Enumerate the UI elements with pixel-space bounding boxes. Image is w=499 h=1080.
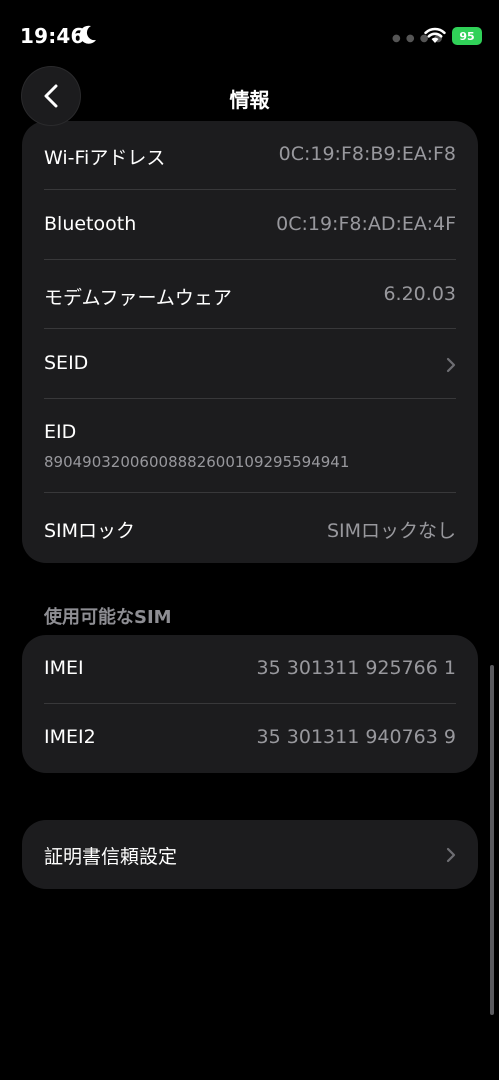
eid-value: 89049032006008882600109295594941 xyxy=(44,453,350,471)
sim-lock-row[interactable]: SIMロック SIMロックなし xyxy=(22,493,478,563)
battery-level: 95 xyxy=(459,29,475,43)
eid-row[interactable]: EID 89049032006008882600109295594941 xyxy=(22,399,478,493)
status-time: 19:46 xyxy=(20,24,85,48)
imei-row[interactable]: IMEI 35 301311 925766 1 xyxy=(22,635,478,704)
row-value: SIMロックなし xyxy=(326,520,456,542)
seid-row[interactable]: SEID xyxy=(22,329,478,399)
row-label: IMEI2 xyxy=(44,726,96,748)
sim-group: IMEI 35 301311 925766 1 IMEI2 35 301311 … xyxy=(22,635,478,773)
row-value: 35 301311 940763 9 xyxy=(256,726,456,748)
wifi-address-row[interactable]: Wi-Fiアドレス 0C:19:F8:B9:EA:F8 xyxy=(22,121,478,190)
modem-firmware-row[interactable]: モデムファームウェア 6.20.03 xyxy=(22,260,478,329)
section-header: 使用可能なSIM xyxy=(44,607,172,628)
wifi-icon xyxy=(424,27,446,43)
row-label: SEID xyxy=(44,352,89,374)
row-label: モデムファームウェア xyxy=(44,287,232,309)
row-label: Bluetooth xyxy=(44,213,137,235)
row-value: 35 301311 925766 1 xyxy=(256,657,456,679)
chevron-right-icon xyxy=(446,847,456,863)
row-value: 0C:19:F8:AD:EA:4F xyxy=(276,213,456,235)
row-label: SIMロック xyxy=(44,520,136,542)
screen: 19:46 ● ● ● ● 95 情報 Wi-Fiアドレス 0C:19:F8:B… xyxy=(0,0,499,1080)
row-label: 証明書信頼設定 xyxy=(44,846,178,868)
chevron-right-icon xyxy=(446,357,456,373)
cert-trust-row[interactable]: 証明書信頼設定 xyxy=(22,820,478,889)
imei2-row[interactable]: IMEI2 35 301311 940763 9 xyxy=(22,704,478,773)
row-label: EID xyxy=(44,421,77,443)
about-info-group: Wi-Fiアドレス 0C:19:F8:B9:EA:F8 Bluetooth 0C… xyxy=(22,121,478,563)
row-label: IMEI xyxy=(44,657,84,679)
row-label: Wi-Fiアドレス xyxy=(44,147,166,169)
cert-trust-group: 証明書信頼設定 xyxy=(22,820,478,889)
row-value: 6.20.03 xyxy=(383,283,456,305)
battery-icon: 95 xyxy=(452,27,482,45)
row-value: 0C:19:F8:B9:EA:F8 xyxy=(278,143,456,165)
moon-icon xyxy=(79,25,96,44)
status-bar: 19:46 ● ● ● ● 95 xyxy=(0,0,499,72)
page-title: 情報 xyxy=(229,88,270,112)
scrollbar[interactable] xyxy=(490,665,494,1015)
bluetooth-row[interactable]: Bluetooth 0C:19:F8:AD:EA:4F xyxy=(22,190,478,260)
